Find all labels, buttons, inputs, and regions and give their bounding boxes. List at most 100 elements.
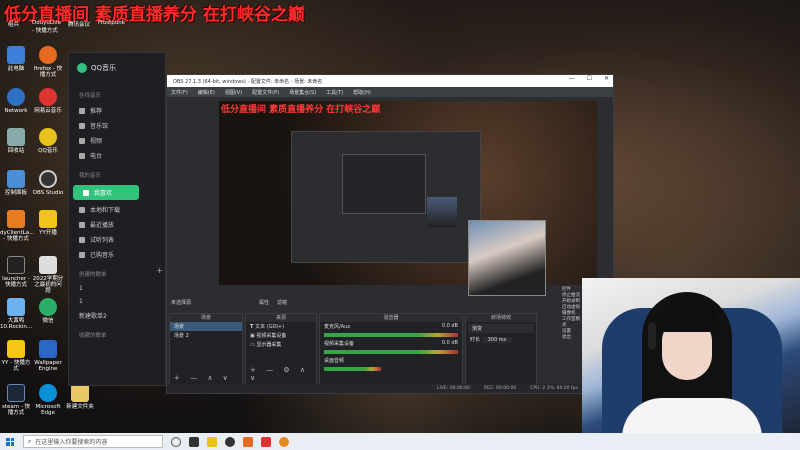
obs-window: OBS 27.1.3 (64-bit, windows) - 配置文件: 未命名… [166,74,614,394]
nav-recommend[interactable]: 推荐 [69,103,165,118]
channel-db: 0.0 dB [441,323,458,329]
menu-scene-collection[interactable]: 场景集合(S) [289,89,316,96]
add-playlist-button[interactable]: + [156,266,163,275]
desktop-icon[interactable]: 网易云音乐 [32,88,64,114]
this-pc-icon [7,46,25,64]
desktop-icon[interactable]: 2022学期分之最初的问题 [32,256,64,294]
cortana-icon[interactable] [171,436,181,447]
obs-titlebar[interactable]: OBS 27.1.3 (64-bit, windows) - 配置文件: 未命名… [167,75,613,87]
start-button[interactable] [3,435,17,449]
section-title: 收藏的歌单 [79,333,107,339]
list-icon [79,236,85,243]
qq-music-taskbar-icon[interactable] [207,436,217,447]
source-controls[interactable]: + — ⚙ ∧ ∨ [250,366,316,382]
nav-favorites[interactable]: 我喜欢 [73,185,139,200]
playlist-item[interactable]: 1 [69,295,165,308]
taskbar-search[interactable]: ⌕ 在这里输入你要搜索的内容 [23,435,163,448]
nav-recent[interactable]: 最近播放 [69,217,165,232]
desktop-icon[interactable]: dyClientLa... - 快播方式 [0,210,34,242]
nav-local[interactable]: 本地和下载 [69,202,165,217]
close-button[interactable]: ✕ [604,75,609,82]
menu-file[interactable]: 文件(F) [171,89,188,96]
nav-radio[interactable]: 电台 [69,148,165,163]
desktop-icon[interactable]: firefox - 快播方式 [32,46,64,78]
maximize-button[interactable]: ☐ [587,75,592,82]
studio-mode-button[interactable]: 工作室模式 [562,316,584,328]
desktop-icon[interactable]: Network [0,88,32,114]
desktop-icon[interactable]: Wallpaper Engine [32,340,64,372]
netease-taskbar-icon[interactable] [261,436,271,447]
minimize-button[interactable]: — [569,75,575,82]
desktop-icon[interactable]: 此电脑 [0,46,32,72]
nav-label: 我喜欢 [94,190,113,197]
icon-label: YY - 快播方式 [1,360,31,372]
menu-help[interactable]: 帮助(H) [353,89,371,96]
download-icon [79,206,85,213]
duration-row: 时长 300 ms [466,335,536,344]
volume-meter[interactable] [324,350,458,354]
nav-music-hall[interactable]: 音乐馆 [69,118,165,133]
desktop-label[interactable]: Frostpunk [98,20,125,26]
exit-button[interactable]: 退出 [562,334,584,340]
nav-video[interactable]: 视频 [69,133,165,148]
steam-icon [7,384,25,402]
duration-label: 时长 [470,337,481,343]
desktop-icon[interactable]: 微信 [32,298,64,324]
nav-purchased[interactable]: 已购音乐 [69,247,165,262]
desktop-icon[interactable]: YY开播 [32,210,64,236]
scene-controls[interactable]: + — ∧ ∨ [174,374,232,382]
nav-trial[interactable]: 试听列表 [69,232,165,247]
filters-button[interactable]: 滤镜 [277,299,287,306]
search-icon: ⌕ [28,437,32,445]
nav-label: 已购音乐 [90,252,115,259]
playlist-item[interactable]: 1 [69,282,165,295]
task-view-icon[interactable] [189,436,199,447]
icon-label: QQ音乐 [38,148,58,154]
volume-meter[interactable] [324,333,458,337]
menu-view[interactable]: 视图(V) [225,89,242,96]
duration-input[interactable]: 300 ms [481,337,513,343]
control-panel-icon [7,170,25,188]
icon-label: steam - 快播方式 [1,404,31,416]
desktop-label[interactable]: 腾讯会议 [68,20,90,28]
playlist-item[interactable]: 新建歌单2 [69,308,165,323]
no-source-label: 未选择源 [171,299,192,306]
yy-icon [7,340,25,358]
nav-label: 视频 [90,138,103,145]
volume-meter[interactable] [324,367,381,371]
menu-profile[interactable]: 配置文件(P) [252,89,279,96]
transition-select[interactable]: 渐变 [468,324,534,333]
source-item[interactable]: ▣ 视频采集设备 [246,331,316,340]
desktop-label[interactable]: 组兵 [8,20,19,28]
desktop-icon[interactable]: steam - 快播方式 [0,384,32,416]
properties-button[interactable]: 属性 [259,299,269,306]
rec-timer: REC: 00:00:00 [483,386,517,391]
desktop-icon[interactable]: QQ音乐 [32,128,64,154]
webcam-overlay [582,278,800,450]
obs-icon [39,170,57,188]
menu-tools[interactable]: 工具(T) [326,89,343,96]
douyu-client-icon [7,210,25,228]
desktop-icon[interactable]: 回收站 [0,128,32,154]
desktop-icon[interactable]: OBS Studio [32,170,64,196]
app-taskbar-icon[interactable] [243,436,253,447]
virtual-camera-button[interactable]: 启动虚拟摄像机 [562,304,584,316]
desktop-icon[interactable]: YY - 快播方式 [0,340,32,372]
desktop-label[interactable]: DouyuLive - 快播方式 [32,20,62,34]
network-icon [7,88,25,106]
source-item[interactable]: T 文本 (GDI+) [246,322,316,331]
desktop-icon[interactable]: 大黄鸭 10.Rockin... [0,298,32,330]
firefox-icon [39,46,57,64]
scene-item[interactable]: 场景 2 [170,331,242,340]
obs-taskbar-icon[interactable] [225,436,235,447]
obs-status-bar: LIVE: 00:00:00 REC: 00:00:00 CPU: 2.3%, … [167,384,613,393]
desktop-icon[interactable]: launcher - 快播方式 [0,256,32,288]
desktop-icon[interactable]: 新建文件夹 [64,384,96,410]
obs-menubar: 文件(F) 编辑(E) 视图(V) 配置文件(P) 场景集合(S) 工具(T) … [167,87,613,97]
menu-edit[interactable]: 编辑(E) [198,89,215,96]
scene-item[interactable]: 场景 [170,322,242,331]
source-item[interactable]: ▭ 显示器采集 [246,340,316,349]
desktop-icon[interactable]: Microsoft Edge [32,384,64,416]
firefox-taskbar-icon[interactable] [279,436,289,447]
desktop-icon[interactable]: 控制面板 [0,170,32,196]
